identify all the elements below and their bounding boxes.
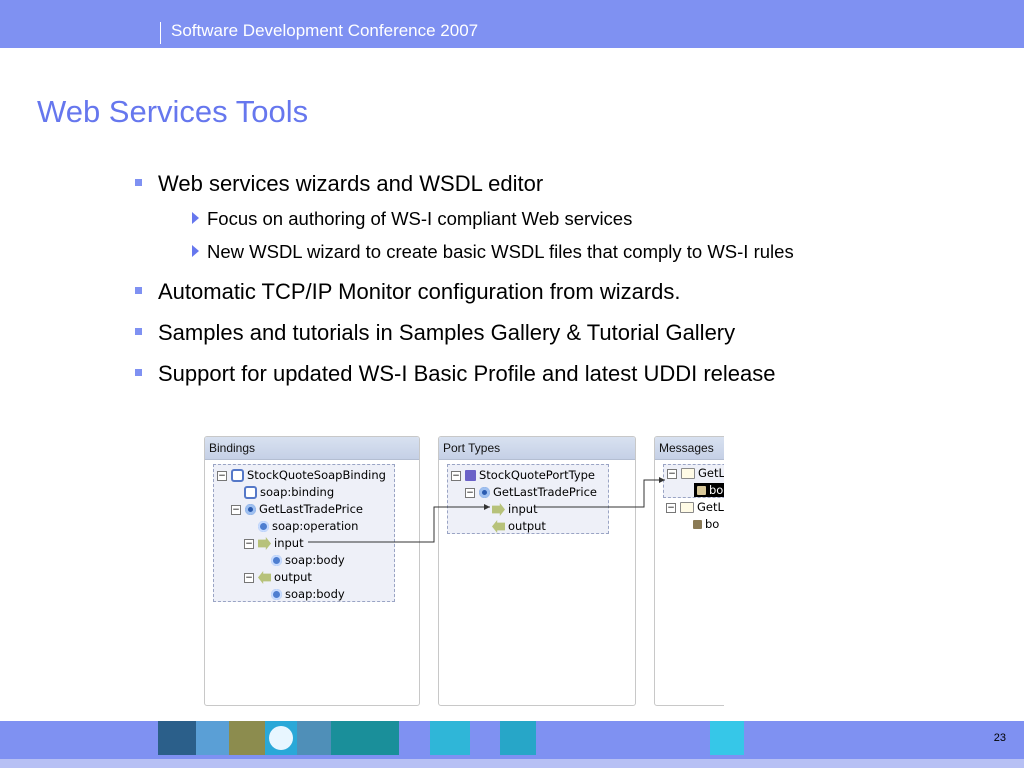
operation-icon: [245, 504, 256, 515]
tree-item-operation[interactable]: − GetLastTradePrice: [465, 484, 597, 501]
bindings-tree: − StockQuoteSoapBinding soap:binding − Get…: [213, 464, 395, 602]
bindings-panel: Bindings − StockQuoteSoapBinding soap:bin…: [204, 436, 420, 706]
footer-image-3: [229, 721, 265, 755]
bullet-square-icon: [135, 179, 142, 186]
collapse-icon[interactable]: −: [666, 502, 676, 513]
tree-item-soap-body[interactable]: soap:body: [271, 552, 345, 569]
envelope-icon: [680, 502, 694, 513]
binding-icon: [244, 486, 257, 499]
gear-icon: [479, 487, 490, 498]
header-separator: [160, 22, 161, 44]
sub-bullet-2-text: New WSDL wizard to create basic WSDL fil…: [207, 241, 794, 262]
sub-bullet-1: Focus on authoring of WS-I compliant Web…: [191, 207, 1005, 231]
bullet-square-icon: [135, 287, 142, 294]
collapse-icon[interactable]: −: [244, 572, 254, 583]
tree-item-input[interactable]: − input: [244, 535, 304, 552]
port-types-panel-title: Port Types: [439, 437, 635, 460]
tree-item-binding[interactable]: − StockQuoteSoapBinding: [217, 467, 386, 484]
port-type-icon: [465, 470, 476, 481]
tree-item-port-type[interactable]: − StockQuotePortType: [451, 467, 595, 484]
tree-item-part[interactable]: bo: [693, 516, 719, 533]
header-bar: Software Development Conference 2007: [0, 0, 1024, 48]
port-types-panel: Port Types − StockQuotePortType − GetLastT…: [438, 436, 636, 706]
bullet-square-icon: [135, 369, 142, 376]
tree-item-operation[interactable]: − GetLastTradePrice: [231, 501, 363, 518]
bullet-triangle-icon: [192, 212, 199, 224]
soap-icon: [258, 521, 269, 532]
collapse-icon[interactable]: −: [451, 470, 461, 481]
collapse-icon[interactable]: −: [244, 538, 254, 549]
bullet-1: Web services wizards and WSDL editor: [135, 170, 1005, 197]
wsdl-editor-screenshot: Bindings − StockQuoteSoapBinding soap:bin…: [204, 436, 724, 708]
tree-item-input[interactable]: input: [492, 501, 538, 518]
circle-icon: [269, 726, 293, 750]
bullet-2: Automatic TCP/IP Monitor configuration f…: [135, 278, 1005, 305]
tree-item-output[interactable]: output: [492, 518, 546, 535]
footer-bar: [0, 721, 1024, 759]
footer-image-1: [158, 721, 196, 755]
sub-bullet-1-text: Focus on authoring of WS-I compliant Web…: [207, 208, 633, 229]
sub-bullet-2: New WSDL wizard to create basic WSDL fil…: [191, 240, 1005, 264]
bindings-panel-title: Bindings: [205, 437, 419, 460]
tree-item-message[interactable]: − GetL: [666, 499, 724, 516]
bullet-4: Support for updated WS-I Basic Profile a…: [135, 360, 1005, 387]
bullet-1-text: Web services wizards and WSDL editor: [158, 171, 544, 196]
soap-icon: [271, 589, 282, 600]
port-types-tree: − StockQuotePortType − GetLastTradePrice i…: [447, 464, 609, 534]
input-arrow-icon: [258, 537, 271, 550]
bullet-list: Web services wizards and WSDL editor Foc…: [135, 170, 1005, 401]
bullet-triangle-icon: [192, 245, 199, 257]
footer-image-2: [196, 721, 229, 755]
selected-part: bo: [694, 483, 724, 497]
output-arrow-icon: [492, 520, 505, 533]
collapse-icon[interactable]: −: [231, 504, 241, 515]
soap-icon: [271, 555, 282, 566]
messages-panel: Messages − GetL bo − GetL bo: [654, 436, 724, 706]
tree-item-message[interactable]: − GetL: [667, 465, 724, 482]
footer-strip: [0, 759, 1024, 768]
messages-tree: − GetL bo: [663, 464, 724, 498]
tree-item-soap-binding[interactable]: soap:binding: [244, 484, 334, 501]
bullet-square-icon: [135, 328, 142, 335]
sub-bullet-list: Focus on authoring of WS-I compliant Web…: [191, 207, 1005, 264]
tree-item-output[interactable]: − output: [244, 569, 312, 586]
envelope-icon: [681, 468, 695, 479]
tree-item-soap-operation[interactable]: soap:operation: [258, 518, 358, 535]
page-number: 23: [993, 732, 1006, 744]
part-icon: [693, 520, 702, 529]
footer-image-4: [265, 721, 297, 755]
bullet-4-text: Support for updated WS-I Basic Profile a…: [158, 361, 776, 386]
collapse-icon[interactable]: −: [217, 470, 227, 481]
collapse-icon[interactable]: −: [465, 487, 475, 498]
input-arrow-icon: [492, 503, 505, 516]
bullet-3-text: Samples and tutorials in Samples Gallery…: [158, 320, 736, 345]
binding-icon: [231, 469, 244, 482]
output-arrow-icon: [258, 571, 271, 584]
bullet-2-text: Automatic TCP/IP Monitor configuration f…: [158, 279, 681, 304]
bullet-3: Samples and tutorials in Samples Gallery…: [135, 319, 1005, 346]
footer-image-7: [430, 721, 470, 755]
footer-image-8: [500, 721, 536, 755]
footer-image-9: [710, 721, 744, 755]
tree-item-part-selected[interactable]: bo: [694, 482, 724, 499]
slide-title: Web Services Tools: [37, 94, 309, 129]
conference-title: Software Development Conference 2007: [171, 21, 479, 40]
part-icon: [697, 486, 706, 495]
messages-panel-title: Messages: [655, 437, 724, 460]
tree-item-soap-body[interactable]: soap:body: [271, 586, 345, 603]
collapse-icon[interactable]: −: [667, 468, 677, 479]
footer-image-5: [297, 721, 331, 755]
footer-image-6: [331, 721, 399, 755]
